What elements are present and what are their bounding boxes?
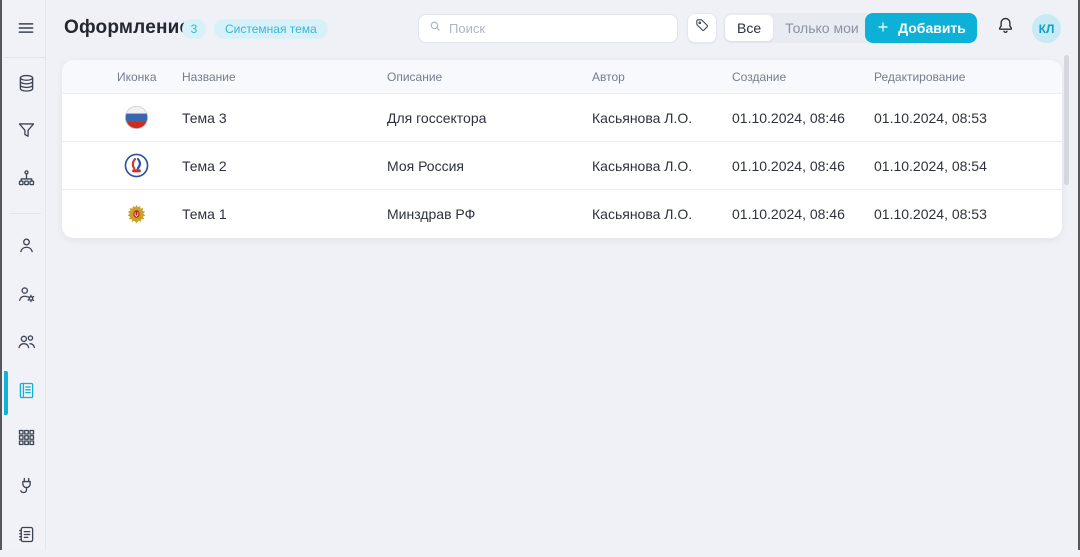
sidebar-item-filters[interactable]: [7, 113, 45, 153]
column-header-author: Автор: [592, 69, 625, 84]
user-settings-icon: [16, 284, 37, 310]
table-row[interactable]: Тема 3 Для госсектора Касьянова Л.О. 01.…: [62, 94, 1062, 142]
theme-edited: 01.10.2024, 08:53: [874, 109, 987, 126]
sidebar-header-divider: [4, 57, 46, 58]
sidebar-item-themes[interactable]: [7, 373, 45, 413]
column-header-name: Название: [182, 69, 236, 84]
column-header-icon: Иконка: [117, 69, 157, 84]
filter-all-button[interactable]: Все: [725, 15, 774, 41]
page-title: Оформление: [64, 17, 191, 38]
tags-button[interactable]: [687, 13, 717, 43]
russia-flag-icon: [124, 105, 149, 130]
system-theme-chip: Системная тема: [214, 19, 328, 39]
filter-mine-button[interactable]: Только мои: [773, 15, 871, 41]
users-group-icon: [16, 331, 37, 357]
app-window: Оформление 3 Системная тема Все Только м…: [0, 0, 1080, 550]
column-header-description: Описание: [387, 69, 443, 84]
theme-edited: 01.10.2024, 08:54: [874, 157, 987, 174]
active-item-indicator: [4, 371, 8, 415]
theme-author: Касьянова Л.О.: [592, 157, 693, 174]
sidebar-divider: [9, 213, 41, 214]
column-header-edited: Редактирование: [874, 69, 966, 84]
hamburger-menu-icon[interactable]: [7, 8, 45, 48]
theme-name: Тема 3: [182, 109, 227, 126]
add-button[interactable]: Добавить: [865, 13, 977, 43]
apps-grid-icon: [16, 427, 37, 453]
filter-segmented-control: Все Только мои: [723, 13, 873, 43]
sidebar-item-journal[interactable]: [7, 517, 45, 557]
sidebar-item-users-group[interactable]: [7, 324, 45, 364]
theme-created: 01.10.2024, 08:46: [732, 206, 845, 222]
russia-coat-of-arms-icon: [124, 202, 149, 227]
bell-icon: [995, 15, 1016, 41]
notifications-button[interactable]: [992, 15, 1018, 41]
sidebar: [4, 0, 46, 550]
sitemap-icon: [16, 168, 37, 194]
sidebar-item-apps[interactable]: [7, 420, 45, 460]
theme-description: Моя Россия: [387, 157, 464, 174]
filter-icon: [16, 120, 37, 146]
theme-created: 01.10.2024, 08:46: [732, 157, 845, 174]
theme-description: Для госсектора: [387, 109, 487, 126]
sidebar-item-integrations[interactable]: [7, 468, 45, 508]
theme-description: Минздрав РФ: [387, 206, 476, 222]
table-header-row: Иконка Название Описание Автор Создание …: [62, 60, 1062, 94]
theme-name: Тема 2: [182, 157, 227, 174]
vertical-scrollbar-thumb[interactable]: [1064, 55, 1069, 185]
user-avatar[interactable]: КЛ: [1032, 14, 1061, 43]
theme-created: 01.10.2024, 08:46: [732, 109, 845, 126]
plug-icon: [16, 475, 37, 501]
search-input[interactable]: [449, 21, 668, 36]
themes-table: Иконка Название Описание Автор Создание …: [62, 60, 1062, 238]
moya-rossiya-ribbon-icon: [124, 153, 149, 178]
plus-icon: [876, 20, 890, 37]
topbar: Оформление 3 Системная тема Все Только м…: [47, 0, 1080, 57]
search-box[interactable]: [418, 14, 678, 43]
theme-edited: 01.10.2024, 08:53: [874, 206, 987, 222]
themes-journal-icon: [16, 380, 37, 406]
add-button-label: Добавить: [898, 20, 966, 36]
sidebar-item-user[interactable]: [7, 228, 45, 268]
sidebar-item-hierarchy[interactable]: [7, 161, 45, 201]
database-icon: [16, 73, 37, 99]
theme-author: Касьянова Л.О.: [592, 109, 693, 126]
search-icon: [428, 19, 442, 38]
table-row[interactable]: Тема 1 Минздрав РФ Касьянова Л.О. 01.10.…: [62, 190, 1062, 238]
count-badge: 3: [182, 19, 206, 39]
column-header-created: Создание: [732, 69, 787, 84]
user-icon: [16, 235, 37, 261]
tag-icon: [694, 17, 711, 39]
theme-name: Тема 1: [182, 206, 227, 222]
sidebar-item-user-settings[interactable]: [7, 277, 45, 317]
theme-author: Касьянова Л.О.: [592, 206, 693, 222]
table-row[interactable]: Тема 2 Моя Россия Касьянова Л.О. 01.10.2…: [62, 142, 1062, 190]
notebook-icon: [16, 524, 37, 550]
sidebar-item-database[interactable]: [7, 66, 45, 106]
